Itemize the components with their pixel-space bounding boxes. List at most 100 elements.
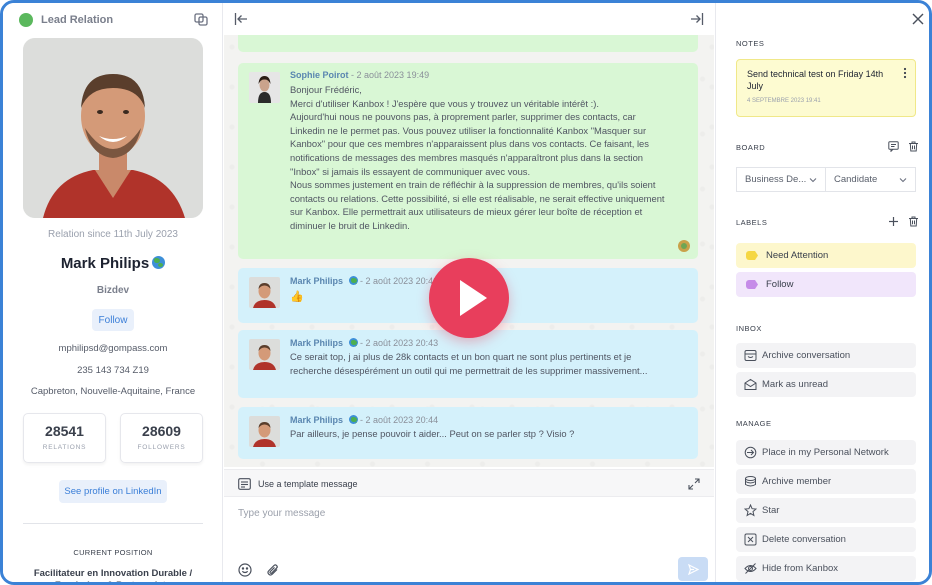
message-meta: Mark Philips - 2 août 2023 20:44 xyxy=(290,414,438,425)
globe-icon xyxy=(152,256,166,269)
stage-select-value: Candidate xyxy=(834,174,878,185)
message-line: Ce serait top, j ai plus de 28k contacts… xyxy=(290,351,632,362)
divider xyxy=(23,523,203,524)
profile-panel: Lead Relation Relation since 11th July 2… xyxy=(3,3,223,582)
message-line: diminuer le bruit de Linkedin. xyxy=(290,219,410,231)
label-follow[interactable]: Follow xyxy=(736,272,916,297)
message-author[interactable]: Mark Philips xyxy=(290,338,343,348)
relations-count: 28541 xyxy=(45,423,84,439)
note-card[interactable]: Send technical test on Friday 14th July … xyxy=(736,59,916,117)
play-icon[interactable] xyxy=(429,258,509,338)
board-label: BOARD xyxy=(736,143,766,152)
label-name: Need Attention xyxy=(766,250,829,261)
chat-panel: Sophie Poirot - 2 août 2023 19:49 Bonjou… xyxy=(224,3,714,582)
profile-name: Mark Philips xyxy=(3,255,222,272)
more-icon[interactable] xyxy=(903,67,907,79)
action-label: Mark as unread xyxy=(762,379,829,390)
message-input[interactable]: Type your message xyxy=(238,508,658,519)
relations-stat: 28541 RELATIONS xyxy=(23,413,106,463)
star-button[interactable]: Star xyxy=(736,498,916,523)
personal-network-button[interactable]: Place in my Personal Network xyxy=(736,440,916,465)
archive-icon xyxy=(744,350,757,361)
sender-avatar xyxy=(249,339,280,370)
follow-button[interactable]: Follow xyxy=(92,309,134,331)
linkedin-profile-button[interactable]: See profile on LinkedIn xyxy=(59,480,167,503)
archive-conversation-button[interactable]: Archive conversation xyxy=(736,343,916,368)
network-icon xyxy=(744,446,757,459)
globe-icon xyxy=(348,276,358,285)
sync-icon[interactable] xyxy=(193,11,209,27)
note-date: 4 SEPTEMBRE 2023 19:41 xyxy=(747,98,821,104)
message-date: - 2 août 2023 20:40 xyxy=(360,276,439,286)
globe-icon xyxy=(348,338,358,347)
chevron-down-icon xyxy=(899,178,907,183)
label-need-attention[interactable]: Need Attention xyxy=(736,243,916,268)
expand-right-icon[interactable] xyxy=(690,12,704,26)
message-line: sur Kanbox. Elle permettrait aux utilisa… xyxy=(290,206,643,218)
message-author[interactable]: Sophie Poirot xyxy=(290,70,349,80)
action-label: Archive member xyxy=(762,476,832,487)
followers-count: 28609 xyxy=(142,423,181,439)
stage-select[interactable]: Candidate xyxy=(825,167,916,192)
sender-avatar xyxy=(249,416,280,447)
labels-actions xyxy=(888,216,919,227)
message-line: contacts ou relations. Cette possibilité… xyxy=(290,192,665,204)
current-position: Facilitateur en Innovation Durable / Fun… xyxy=(33,568,193,582)
trash-icon[interactable] xyxy=(908,141,919,152)
label-tag-icon xyxy=(746,280,758,289)
manage-label: MANAGE xyxy=(736,419,772,428)
message-line: Kanbox" pour que ces membres n'apparaiss… xyxy=(290,138,649,150)
message-text: Bonjour Frédéric, Merci d'utiliser Kanbo… xyxy=(290,83,692,233)
template-icon xyxy=(238,478,251,490)
action-label: Delete conversation xyxy=(762,534,846,545)
action-label: Hide from Kanbox xyxy=(762,563,839,574)
message-bubble: Mark Philips - 2 août 2023 20:43 Ce sera… xyxy=(238,330,698,398)
envelope-icon xyxy=(744,378,757,390)
message-author[interactable]: Mark Philips xyxy=(290,415,343,425)
conversation[interactable]: Sophie Poirot - 2 août 2023 19:49 Bonjou… xyxy=(224,35,714,467)
mark-unread-button[interactable]: Mark as unread xyxy=(736,372,916,397)
collapse-left-icon[interactable] xyxy=(234,12,248,26)
chevron-down-icon xyxy=(809,178,817,183)
inbox-label: INBOX xyxy=(736,324,762,333)
emoji-icon[interactable] xyxy=(238,563,252,577)
board-select[interactable]: Business De... xyxy=(736,167,826,192)
profile-email[interactable]: mphilipsd@gompass.com xyxy=(3,343,222,354)
delete-conversation-button[interactable]: Delete conversation xyxy=(736,527,916,552)
relations-label: RELATIONS xyxy=(42,444,87,451)
message-line: "Inbox" si jamais ils essayent de commun… xyxy=(290,165,531,177)
globe-icon xyxy=(348,415,358,424)
message-line: recherche désespérément un outil qui me … xyxy=(290,364,648,376)
label-tag-icon xyxy=(746,251,758,260)
attach-icon[interactable] xyxy=(266,563,280,577)
plus-icon[interactable] xyxy=(888,216,899,227)
profile-phone[interactable]: 235 143 734 Z19 xyxy=(3,365,222,376)
star-icon xyxy=(744,504,757,517)
action-label: Archive conversation xyxy=(762,350,851,361)
message-meta: Sophie Poirot - 2 août 2023 19:49 xyxy=(290,70,429,80)
expand-icon[interactable] xyxy=(688,478,700,490)
message-author[interactable]: Mark Philips xyxy=(290,276,343,286)
close-icon[interactable] xyxy=(911,12,925,26)
chat-toolbar xyxy=(224,3,714,35)
message-meta: Mark Philips - 2 août 2023 20:40 xyxy=(290,275,438,286)
reaction-icon[interactable] xyxy=(678,240,690,252)
label-name: Follow xyxy=(766,279,794,290)
action-label: Star xyxy=(762,505,780,516)
trash-icon[interactable] xyxy=(908,216,919,227)
archive-member-button[interactable]: Archive member xyxy=(736,469,916,494)
template-label[interactable]: Use a template message xyxy=(258,479,358,489)
app-window: Lead Relation Relation since 11th July 2… xyxy=(0,0,932,585)
template-bar[interactable]: Use a template message xyxy=(224,469,714,497)
message-text: Ce serait top, j ai plus de 28k contacts… xyxy=(290,350,692,377)
avatar xyxy=(23,38,203,218)
details-panel: NOTES Send technical test on Friday 14th… xyxy=(715,3,929,582)
send-button[interactable] xyxy=(678,557,708,581)
app-title: Lead Relation xyxy=(41,14,114,26)
notes-label: NOTES xyxy=(736,39,765,48)
archive-icon xyxy=(745,476,756,487)
sender-avatar xyxy=(249,277,280,308)
hide-from-kanbox-button[interactable]: Hide from Kanbox xyxy=(736,556,916,581)
message-line: Aujourd'hui nous ne pouvons pas, à propr… xyxy=(290,111,636,123)
comment-icon[interactable] xyxy=(888,141,899,152)
